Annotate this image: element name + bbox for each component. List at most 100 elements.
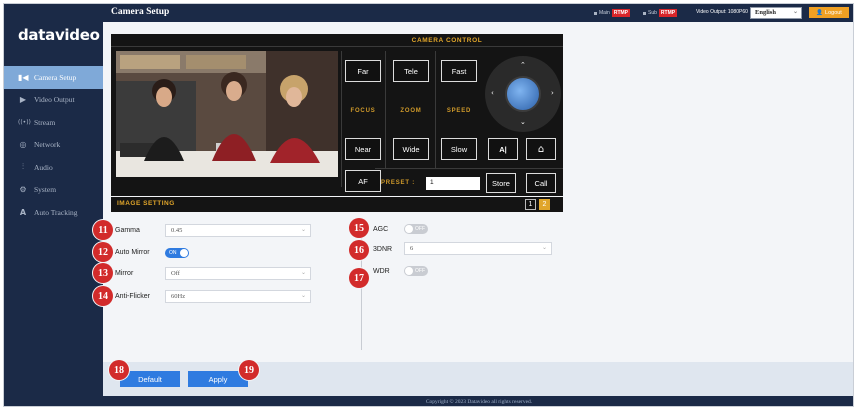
divider-line bbox=[385, 51, 386, 169]
zoom-tele-button[interactable]: Tele bbox=[393, 60, 429, 82]
app-window: datavideo ▮◀ Camera Setup ▶ Video Output… bbox=[3, 3, 854, 407]
sidebar-nav: ▮◀ Camera Setup ▶ Video Output ((•)) Str… bbox=[4, 66, 103, 224]
gamma-select[interactable]: 0.45 ⌄ bbox=[165, 224, 311, 237]
gamma-label: Gamma bbox=[115, 227, 140, 234]
page-1-button[interactable]: 1 bbox=[525, 199, 536, 210]
sidebar-item-auto-tracking[interactable]: A Auto Tracking bbox=[4, 201, 103, 224]
sidebar-item-label: Video Output bbox=[34, 95, 75, 105]
gamma-value: 0.45 bbox=[171, 227, 183, 234]
speed-fast-button[interactable]: Fast bbox=[441, 60, 477, 82]
chevron-down-icon: ⌄ bbox=[300, 227, 306, 233]
language-select[interactable]: English ⌄ bbox=[750, 7, 802, 19]
auto-tracking-icon: A bbox=[19, 207, 27, 217]
wdr-toggle[interactable]: OFF bbox=[404, 266, 428, 276]
logout-label: Logout bbox=[825, 9, 842, 16]
auto-mirror-label: Auto Mirror bbox=[115, 249, 150, 256]
sidebar-item-label: Network bbox=[34, 140, 61, 150]
sub-label: Sub bbox=[648, 10, 657, 16]
home-button[interactable]: ⌂ bbox=[526, 138, 556, 160]
agc-toggle[interactable]: OFF bbox=[404, 224, 428, 234]
pan-right-arrow-icon[interactable]: › bbox=[551, 89, 554, 97]
sidebar-item-video-output[interactable]: ▶ Video Output bbox=[4, 89, 103, 112]
agc-label: AGC bbox=[373, 226, 389, 233]
pan-up-arrow-icon[interactable]: ⌃ bbox=[520, 61, 526, 69]
audio-icon: ⫶ bbox=[22, 162, 24, 172]
sidebar-item-label: System bbox=[34, 185, 57, 195]
speed-slow-button[interactable]: Slow bbox=[441, 138, 477, 160]
focus-label: FOCUS bbox=[350, 108, 376, 114]
sidebar-item-audio[interactable]: ⫶ Audio bbox=[4, 156, 103, 179]
camera-icon: ▮◀ bbox=[18, 72, 29, 82]
chevron-down-icon: ⌄ bbox=[541, 245, 547, 251]
mirror-select[interactable]: Off ⌄ bbox=[165, 267, 311, 280]
sidebar-item-stream[interactable]: ((•)) Stream bbox=[4, 111, 103, 134]
ptz-joystick[interactable]: ⌃ ⌄ ‹ › bbox=[485, 56, 561, 132]
page-title: Camera Setup bbox=[111, 7, 170, 17]
preset-label: PRESET : bbox=[381, 180, 416, 186]
camera-preview bbox=[116, 51, 338, 177]
callout-badge: 16 bbox=[349, 240, 369, 260]
sidebar: datavideo ▮◀ Camera Setup ▶ Video Output… bbox=[4, 4, 103, 406]
divider-line bbox=[435, 51, 436, 169]
sub-rtmp-badge: RTMP bbox=[658, 9, 678, 17]
page-2-button[interactable]: 2 bbox=[539, 199, 550, 210]
zoom-label: ZOOM bbox=[400, 108, 422, 114]
3dnr-label: 3DNR bbox=[373, 246, 393, 253]
copyright-footer: Copyright © 2023 Datavideo all rights re… bbox=[103, 396, 853, 406]
pan-down-arrow-icon[interactable]: ⌄ bbox=[520, 118, 526, 126]
focus-near-button[interactable]: Near bbox=[345, 138, 381, 160]
system-icon: ⚙ bbox=[19, 185, 27, 195]
video-output-icon: ▶ bbox=[19, 95, 27, 105]
sidebar-item-network[interactable]: ◎ Network bbox=[4, 134, 103, 157]
pan-left-arrow-icon[interactable]: ‹ bbox=[491, 89, 494, 97]
sidebar-item-camera-setup[interactable]: ▮◀ Camera Setup bbox=[4, 66, 103, 89]
main-status-dot bbox=[594, 11, 597, 15]
callout-badge: 18 bbox=[109, 360, 129, 380]
callout-badge: 12 bbox=[93, 242, 113, 262]
callout-badge: 19 bbox=[239, 360, 259, 380]
3dnr-select[interactable]: 6 ⌄ bbox=[404, 242, 552, 255]
zoom-wide-button[interactable]: Wide bbox=[393, 138, 429, 160]
joystick-knob[interactable] bbox=[505, 76, 541, 112]
focus-far-button[interactable]: Far bbox=[345, 60, 381, 82]
callout-badge: 11 bbox=[93, 220, 113, 240]
af-button[interactable]: AF bbox=[345, 170, 381, 192]
speed-label: SPEED bbox=[446, 108, 472, 114]
preset-input[interactable]: 1 bbox=[426, 177, 480, 190]
sub-status-dot bbox=[643, 11, 646, 15]
preview-image bbox=[116, 51, 338, 177]
auto-mirror-toggle[interactable]: ON bbox=[165, 248, 189, 258]
mirror-label: Mirror bbox=[115, 270, 134, 277]
main-stream-status: Main RTMP bbox=[594, 9, 631, 17]
callout-badge: 14 bbox=[93, 286, 113, 306]
callout-badge: 15 bbox=[349, 218, 369, 238]
sidebar-item-system[interactable]: ⚙ System bbox=[4, 179, 103, 202]
sidebar-item-label: Auto Tracking bbox=[34, 207, 78, 217]
sub-stream-status: Sub RTMP bbox=[643, 9, 678, 17]
main-label: Main bbox=[599, 10, 610, 16]
camera-control-panel: CAMERA CONTROL Far FOCUS Near AF Tele ZO… bbox=[111, 34, 563, 196]
anti-flicker-select[interactable]: 60Hz ⌄ bbox=[165, 290, 311, 303]
home-icon: ⌂ bbox=[537, 143, 545, 155]
image-setting-title: IMAGE SETTING bbox=[117, 200, 175, 207]
anti-flicker-value: 60Hz bbox=[171, 293, 186, 300]
image-setting-bar: IMAGE SETTING 1 2 bbox=[111, 197, 563, 212]
default-button[interactable]: Default bbox=[120, 371, 180, 387]
network-icon: ◎ bbox=[19, 140, 27, 150]
store-button[interactable]: Store bbox=[486, 173, 516, 193]
auto-tracking-button[interactable]: A| bbox=[488, 138, 518, 160]
sidebar-item-label: Audio bbox=[34, 162, 53, 172]
callout-badge: 13 bbox=[93, 263, 113, 283]
video-output-status: Video Output: 1080P60 bbox=[696, 9, 748, 15]
language-value: English bbox=[755, 9, 776, 16]
datavideo-logo: datavideo bbox=[18, 26, 100, 44]
divider-line bbox=[375, 168, 563, 169]
divider-line bbox=[341, 51, 342, 187]
logout-button[interactable]: 👤 Logout bbox=[809, 7, 849, 18]
chevron-down-icon: ⌄ bbox=[300, 293, 306, 299]
mirror-value: Off bbox=[171, 270, 180, 277]
sidebar-item-label: Stream bbox=[34, 117, 56, 127]
call-button[interactable]: Call bbox=[526, 173, 556, 193]
callout-badge: 17 bbox=[349, 268, 369, 288]
top-header: Camera Setup Main RTMP Sub RTMP Video Ou… bbox=[103, 4, 853, 22]
